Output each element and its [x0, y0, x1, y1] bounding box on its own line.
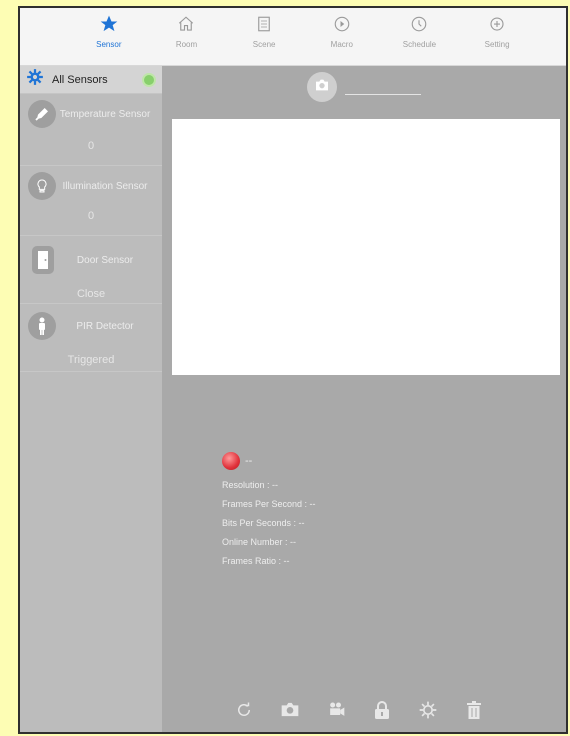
all-sensors-label: All Sensors: [52, 73, 108, 86]
settings-button[interactable]: [416, 700, 440, 724]
sensor-item-door[interactable]: Door Sensor Close: [20, 236, 162, 304]
setting-icon: [488, 15, 506, 38]
person-icon: [28, 312, 56, 340]
camera-status: --: [245, 455, 253, 467]
tab-label: Scene: [252, 40, 276, 49]
macro-icon: [333, 15, 351, 38]
sensor-sidebar: All Sensors Temperature Sensor 0 Illumin…: [20, 66, 162, 732]
delete-button[interactable]: [462, 700, 486, 724]
sensor-value: Close: [76, 288, 106, 300]
star-icon: [99, 14, 119, 39]
tab-label: Setting: [484, 40, 510, 49]
online-status-dot: [142, 72, 156, 87]
snapshot-underline: [345, 93, 421, 95]
record-status-dot: [222, 452, 240, 470]
snapshot-row: [307, 72, 421, 102]
sensor-name: Door Sensor: [76, 254, 134, 266]
home-icon: [177, 15, 195, 38]
lightbulb-icon: [28, 172, 56, 200]
sensor-value: 0: [87, 210, 95, 222]
app-window: Sensor Room Scene Macro Schedule Setting: [18, 6, 568, 734]
trash-icon: [466, 700, 482, 725]
sensor-value: Triggered: [67, 354, 115, 366]
refresh-icon: [235, 701, 253, 724]
all-sensors-row[interactable]: All Sensors: [20, 66, 162, 94]
tab-sensor[interactable]: Sensor: [79, 14, 139, 49]
tab-schedule[interactable]: Schedule: [389, 14, 449, 49]
fps-stat: Frames Per Second : --: [222, 499, 316, 509]
tab-room[interactable]: Room: [156, 14, 216, 49]
sensor-item-temperature[interactable]: Temperature Sensor 0: [20, 94, 162, 166]
lock-icon: [374, 700, 390, 725]
capture-button[interactable]: [278, 700, 302, 724]
camera-icon: [314, 78, 330, 97]
video-feed[interactable]: [172, 119, 560, 375]
door-icon: [32, 246, 54, 274]
gear-icon: [26, 68, 44, 91]
sensor-item-illumination[interactable]: Illumination Sensor 0: [20, 166, 162, 236]
tab-label: Sensor: [96, 40, 122, 49]
tab-label: Macro: [330, 40, 353, 49]
record-button[interactable]: [324, 700, 348, 724]
sensor-name: Illumination Sensor: [62, 180, 148, 192]
refresh-button[interactable]: [232, 700, 256, 724]
sensor-name: PIR Detector: [76, 320, 134, 332]
clock-icon: [410, 15, 428, 38]
online-number-stat: Online Number : --: [222, 537, 297, 547]
snapshot-button[interactable]: [307, 72, 337, 102]
tab-setting[interactable]: Setting: [467, 14, 527, 49]
lock-button[interactable]: [370, 700, 394, 724]
sensor-name: Temperature Sensor: [59, 108, 151, 120]
frames-ratio-stat: Frames Ratio : --: [222, 556, 290, 566]
camera-panel: -- Resolution : -- Frames Per Second : -…: [162, 66, 566, 732]
camera-stats: -- Resolution : -- Frames Per Second : -…: [222, 452, 316, 575]
tab-macro[interactable]: Macro: [312, 14, 372, 49]
gear-icon: [418, 700, 438, 725]
bps-stat: Bits Per Seconds : --: [222, 518, 305, 528]
video-camera-icon: [326, 700, 346, 725]
tab-scene[interactable]: Scene: [234, 14, 294, 49]
tab-bar: Sensor Room Scene Macro Schedule Setting: [20, 8, 566, 66]
scene-icon: [255, 15, 273, 38]
resolution-stat: Resolution : --: [222, 480, 279, 490]
sensor-item-pir[interactable]: PIR Detector Triggered: [20, 304, 162, 372]
camera-toolbar: [232, 700, 486, 724]
camera-icon: [280, 701, 300, 723]
tab-label: Room: [175, 40, 198, 49]
sensor-value: 0: [87, 140, 95, 152]
tab-label: Schedule: [402, 40, 437, 49]
thermometer-icon: [28, 100, 56, 128]
